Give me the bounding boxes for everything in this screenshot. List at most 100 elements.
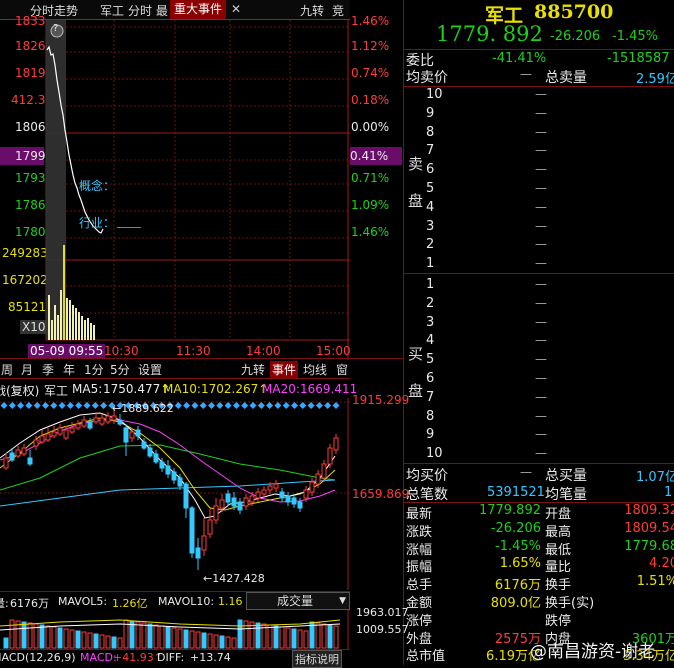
candle-body bbox=[63, 429, 69, 439]
event-marker[interactable] bbox=[42, 402, 49, 409]
tab-auction[interactable]: 竞 bbox=[332, 2, 344, 19]
tab-week[interactable]: 周 bbox=[1, 361, 13, 378]
kline-chart bbox=[0, 398, 350, 590]
level-price-empty: — bbox=[535, 408, 547, 423]
event-marker[interactable] bbox=[174, 402, 182, 409]
tab-events[interactable]: 事件 bbox=[270, 361, 299, 378]
event-marker[interactable] bbox=[307, 402, 315, 409]
tab-5min[interactable]: 5分 bbox=[110, 361, 130, 378]
event-marker[interactable] bbox=[50, 402, 58, 409]
event-marker[interactable] bbox=[191, 402, 199, 409]
event-marker[interactable] bbox=[183, 402, 191, 409]
mavol5-label: MAVOL5: bbox=[58, 595, 108, 608]
event-marker[interactable] bbox=[332, 402, 340, 409]
tab-month[interactable]: 月 bbox=[21, 361, 33, 378]
candle-body bbox=[165, 465, 171, 475]
volume-bar bbox=[165, 626, 171, 649]
event-marker[interactable] bbox=[274, 402, 282, 409]
tab-1min[interactable]: 1分 bbox=[84, 361, 104, 378]
pct-tick: 0.71% bbox=[351, 171, 390, 185]
candle-body bbox=[249, 495, 255, 503]
event-marker[interactable] bbox=[282, 402, 290, 409]
volume-chart bbox=[0, 610, 349, 650]
tab-year[interactable]: 年 bbox=[63, 361, 75, 378]
indicator-help-button[interactable]: 指标说明 bbox=[292, 650, 342, 668]
tab-ma[interactable]: 均线 bbox=[303, 361, 327, 378]
event-marker[interactable] bbox=[249, 402, 257, 409]
volume-bar bbox=[243, 620, 249, 649]
buy-side-label-2: 盘 bbox=[408, 382, 424, 400]
help-icon[interactable]: ? bbox=[53, 23, 58, 34]
event-marker[interactable] bbox=[266, 402, 274, 409]
event-marker[interactable] bbox=[58, 402, 66, 409]
tab-settings[interactable]: 设置 bbox=[138, 361, 162, 378]
level-price-empty: — bbox=[535, 87, 547, 101]
diff-label: DIFF: bbox=[157, 651, 185, 664]
level-price-empty: — bbox=[535, 181, 547, 195]
volume-bar bbox=[279, 626, 285, 649]
mavol10-label: MAVOL10: bbox=[158, 595, 215, 608]
volume-bar bbox=[99, 634, 105, 649]
tab-quarter[interactable]: 季 bbox=[42, 361, 54, 378]
last-price: 1779. 892 bbox=[436, 22, 543, 46]
event-marker[interactable] bbox=[17, 402, 25, 409]
tab-nine-turn[interactable]: 九转 bbox=[300, 2, 324, 19]
event-marker[interactable] bbox=[257, 402, 265, 409]
ma10-value: 1702.267↑ bbox=[201, 382, 269, 396]
event-marker[interactable] bbox=[291, 402, 298, 409]
tab-window[interactable]: 窗 bbox=[336, 361, 348, 378]
candle-body bbox=[159, 461, 165, 469]
tab-nine-turn-kline[interactable]: 九转 bbox=[241, 361, 265, 378]
event-marker[interactable] bbox=[232, 402, 240, 409]
pct-tick: 1.46% bbox=[351, 14, 390, 28]
event-marker[interactable] bbox=[83, 402, 91, 409]
tab-major-events[interactable]: 重大事件 bbox=[170, 0, 227, 19]
event-marker[interactable] bbox=[208, 402, 215, 409]
close-icon[interactable]: ✕ bbox=[231, 2, 241, 16]
sell-level-number: 10 bbox=[426, 87, 443, 102]
pct-tick: 1.09% bbox=[351, 198, 390, 212]
event-marker[interactable] bbox=[100, 402, 108, 409]
volume-bar bbox=[93, 633, 99, 649]
vol-indicator-dropdown-label: 成交量 bbox=[277, 594, 314, 608]
event-marker[interactable] bbox=[75, 402, 83, 409]
candle-body bbox=[177, 477, 183, 487]
candle-body bbox=[123, 427, 129, 443]
tab-intraday-max[interactable]: 分时 最 bbox=[128, 2, 168, 19]
event-marker[interactable] bbox=[25, 402, 33, 409]
level-price-empty: — bbox=[535, 256, 547, 271]
event-marker[interactable] bbox=[8, 402, 16, 409]
candle-body bbox=[99, 417, 105, 425]
candle-body bbox=[39, 435, 45, 443]
event-marker[interactable] bbox=[241, 402, 249, 409]
event-marker[interactable] bbox=[0, 402, 8, 409]
event-marker[interactable] bbox=[91, 402, 99, 409]
vol-indicator-dropdown[interactable]: 成交量 ▼ bbox=[246, 592, 350, 610]
event-marker[interactable] bbox=[66, 402, 74, 409]
high-annotation-value: 1889.622 bbox=[121, 402, 174, 415]
event-marker[interactable] bbox=[224, 402, 232, 409]
volume-bar bbox=[111, 636, 117, 649]
divider bbox=[404, 273, 674, 274]
candle-body bbox=[237, 501, 243, 511]
event-marker[interactable] bbox=[216, 402, 224, 409]
volume-bar bbox=[135, 621, 141, 649]
candle-body bbox=[315, 473, 321, 485]
event-marker[interactable] bbox=[33, 402, 41, 409]
macd-value-label: MACD: bbox=[80, 651, 117, 664]
candle-body bbox=[285, 495, 291, 503]
macd-label: MACD(12,26,9) bbox=[0, 651, 76, 664]
adjust-mode[interactable]: 战(复权) bbox=[0, 382, 39, 399]
chevron-down-icon: ▼ bbox=[339, 596, 346, 606]
stat-label: 跌停 bbox=[545, 613, 572, 629]
level-price-empty: — bbox=[535, 143, 547, 158]
event-marker[interactable] bbox=[199, 402, 207, 409]
tab-military[interactable]: 军工 bbox=[100, 2, 124, 19]
pct-tick: 1.46% bbox=[351, 225, 390, 239]
volume-bar bbox=[267, 624, 273, 649]
volume-bar bbox=[315, 622, 321, 649]
event-marker[interactable] bbox=[315, 402, 323, 409]
event-marker[interactable] bbox=[299, 402, 307, 409]
event-marker[interactable] bbox=[324, 402, 332, 409]
stat-label: 振幅 bbox=[406, 560, 433, 576]
